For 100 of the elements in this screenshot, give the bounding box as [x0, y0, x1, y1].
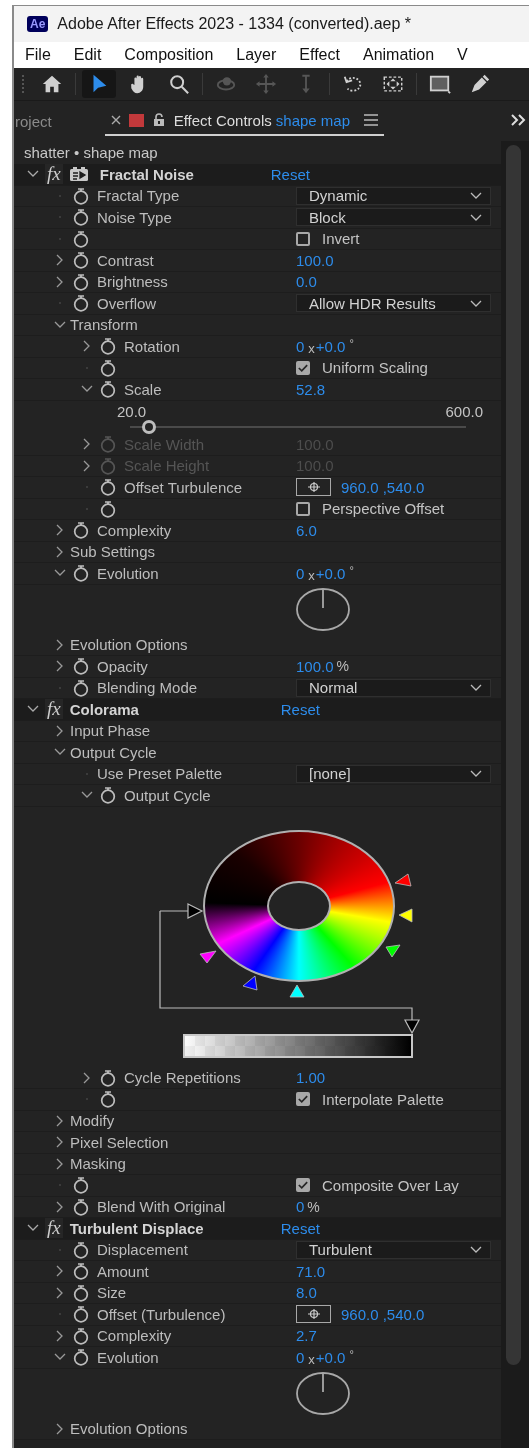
stopwatch-icon[interactable]: [72, 657, 90, 676]
checkbox[interactable]: [296, 1178, 310, 1193]
stopwatch-icon[interactable]: [72, 1176, 90, 1195]
chevron-right-icon[interactable]: [56, 660, 64, 673]
dropdown[interactable]: Allow HDR Results: [296, 294, 491, 313]
value-field[interactable]: 100.0: [296, 657, 334, 675]
chevron-right-icon[interactable]: [83, 340, 91, 353]
stopwatch-icon[interactable]: [99, 499, 117, 518]
checkbox[interactable]: [296, 501, 310, 516]
chevron-down-icon[interactable]: [470, 684, 482, 692]
value-field[interactable]: 71.0: [296, 1262, 326, 1280]
menu-item[interactable]: Composition: [124, 46, 214, 64]
chevron-down-icon[interactable]: [470, 192, 482, 200]
stopwatch-icon[interactable]: [99, 1090, 117, 1109]
stopwatch-icon[interactable]: [72, 208, 90, 227]
chevron-right-icon[interactable]: [56, 275, 64, 288]
value-field[interactable]: 0: [296, 1198, 305, 1216]
menu-item[interactable]: Layer: [236, 46, 277, 64]
value-field[interactable]: 100.0: [296, 251, 334, 269]
stopwatch-icon[interactable]: [72, 186, 90, 205]
dropdown[interactable]: [none]: [296, 764, 491, 783]
stopwatch-icon[interactable]: [99, 337, 117, 356]
fx-label[interactable]: fx: [45, 699, 63, 720]
panel-tab[interactable]: roject: [15, 106, 52, 136]
menu-item[interactable]: Animation: [362, 46, 435, 64]
chevron-down-icon[interactable]: [27, 1224, 39, 1233]
chevron-right-icon[interactable]: [56, 724, 64, 737]
value-field[interactable]: 2.7: [296, 1327, 317, 1345]
crosshair-icon[interactable]: [296, 1305, 331, 1324]
value-field[interactable]: +0.0: [315, 337, 346, 355]
value-field[interactable]: 8.0: [296, 1284, 317, 1302]
value-field[interactable]: 960.0 ,540.0: [341, 1305, 425, 1323]
stopwatch-icon[interactable]: [72, 1326, 90, 1345]
close-icon[interactable]: [110, 115, 121, 125]
reset-link[interactable]: Reset: [280, 1219, 320, 1237]
value-field[interactable]: 52.8: [296, 380, 326, 398]
checkbox[interactable]: [296, 231, 310, 246]
stopwatch-icon[interactable]: [72, 1240, 90, 1259]
fx-label[interactable]: fx: [45, 1218, 63, 1239]
value-field[interactable]: 0: [296, 1348, 305, 1366]
slider-thumb[interactable]: [142, 419, 157, 434]
chevron-right-icon[interactable]: [56, 1200, 64, 1213]
reset-link[interactable]: Reset: [270, 165, 310, 183]
chevron-down-icon[interactable]: [470, 770, 482, 778]
checkbox[interactable]: [296, 1092, 310, 1107]
chevron-right-icon[interactable]: [56, 1114, 64, 1127]
stopwatch-icon[interactable]: [72, 1197, 90, 1216]
stopwatch-icon[interactable]: [99, 358, 117, 377]
menu-icon[interactable]: [364, 114, 378, 126]
lock-icon[interactable]: [151, 113, 166, 127]
value-field[interactable]: +0.0: [315, 564, 346, 582]
scrollbar[interactable]: [501, 141, 529, 1448]
menu-item[interactable]: Edit: [73, 46, 102, 64]
stopwatch-icon[interactable]: [72, 229, 90, 248]
menu-item[interactable]: Effect: [299, 46, 340, 64]
chevron-right-icon[interactable]: [56, 1136, 64, 1149]
chevron-down-icon[interactable]: [470, 1246, 482, 1254]
dropdown[interactable]: Turbulent: [296, 1240, 491, 1259]
stopwatch-icon[interactable]: [72, 1283, 90, 1302]
chevron-down-icon[interactable]: [54, 569, 66, 578]
chevron-right-icon[interactable]: [56, 524, 64, 537]
stopwatch-icon[interactable]: [72, 1305, 90, 1324]
chevron-right-icon[interactable]: [56, 254, 64, 267]
value-field[interactable]: +0.0: [315, 1348, 346, 1366]
stopwatch-icon[interactable]: [99, 786, 117, 805]
chevron-down-icon[interactable]: [81, 791, 93, 800]
chevron-down-icon[interactable]: [54, 748, 66, 757]
pointer-icon[interactable]: [82, 70, 116, 98]
stopwatch-icon[interactable]: [99, 380, 117, 399]
checkbox[interactable]: [296, 360, 310, 375]
chevron-down-icon[interactable]: [470, 213, 482, 221]
value-field[interactable]: 6.0: [296, 521, 317, 539]
value-field[interactable]: 960.0 ,540.0: [341, 478, 425, 496]
stopwatch-icon[interactable]: [72, 521, 90, 540]
chevron-right-icon[interactable]: [56, 1286, 64, 1299]
reset-link[interactable]: Reset: [280, 700, 320, 718]
stopwatch-icon[interactable]: [72, 564, 90, 583]
value-field[interactable]: 0: [296, 337, 305, 355]
menu-item[interactable]: V: [457, 46, 468, 64]
dropdown[interactable]: Normal: [296, 678, 491, 697]
dropdown[interactable]: Dynamic: [296, 186, 491, 205]
chevron-down-icon[interactable]: [54, 1353, 66, 1362]
stopwatch-icon[interactable]: [72, 272, 90, 291]
chevron-down-icon[interactable]: [470, 299, 482, 307]
dropdown[interactable]: Block: [296, 208, 491, 227]
scroll-thumb[interactable]: [506, 145, 521, 1365]
crosshair-icon[interactable]: [296, 478, 331, 497]
angle-dial[interactable]: [296, 1371, 350, 1415]
value-field[interactable]: 0: [296, 564, 305, 582]
chevron-right-icon[interactable]: [56, 545, 64, 558]
stopwatch-icon[interactable]: [72, 678, 90, 697]
stopwatch-icon[interactable]: [72, 1348, 90, 1367]
stopwatch-icon[interactable]: [72, 251, 90, 270]
chevrons-right-icon[interactable]: [511, 114, 527, 126]
chevron-down-icon[interactable]: [54, 320, 66, 329]
chevron-down-icon[interactable]: [27, 705, 39, 714]
fx-label[interactable]: fx: [45, 164, 63, 185]
chevron-right-icon[interactable]: [56, 638, 64, 651]
chevron-down-icon[interactable]: [27, 170, 39, 179]
stopwatch-icon[interactable]: [72, 294, 90, 313]
